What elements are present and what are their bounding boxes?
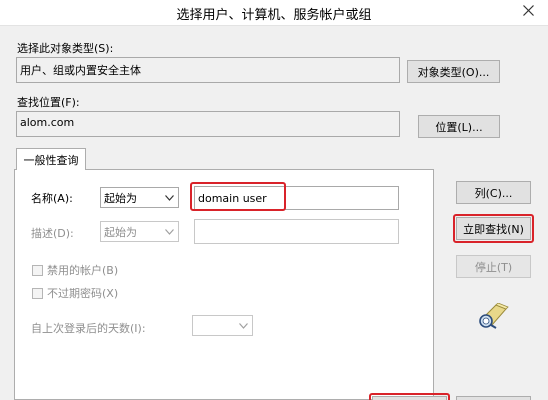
non-expiring-password-label: 不过期密码(X) xyxy=(47,287,119,300)
chevron-down-icon xyxy=(239,322,248,329)
name-label: 名称(A): xyxy=(31,192,73,205)
description-label: 描述(D): xyxy=(31,227,74,240)
window-title: 选择用户、计算机、服务帐户或组 xyxy=(176,8,372,23)
chevron-down-icon xyxy=(165,194,174,201)
description-input[interactable] xyxy=(194,219,399,244)
name-operator-select[interactable]: 起始为 xyxy=(100,187,179,208)
find-now-highlight xyxy=(453,214,534,243)
close-button[interactable] xyxy=(509,0,548,21)
ok-button-highlight xyxy=(369,393,450,400)
stop-button[interactable]: 停止(T) xyxy=(456,255,531,278)
days-since-logon-select[interactable] xyxy=(192,315,253,336)
checkbox-box xyxy=(32,287,43,299)
description-operator-select[interactable]: 起始为 xyxy=(100,221,179,242)
object-type-field: 用户、组或内置安全主体 xyxy=(16,57,400,83)
chevron-down-icon xyxy=(165,228,174,235)
disabled-accounts-label: 禁用的帐户(B) xyxy=(47,264,119,277)
close-icon xyxy=(523,5,534,16)
columns-button[interactable]: 列(C)... xyxy=(456,181,531,204)
days-since-logon-label: 自上次登录后的天数(I): xyxy=(31,322,146,335)
tab-common-queries[interactable]: 一般性查询 xyxy=(16,148,86,170)
disabled-accounts-checkbox[interactable]: 禁用的帐户(B) xyxy=(32,262,118,278)
object-type-label: 选择此对象类型(S): xyxy=(17,42,114,55)
cancel-button-partial[interactable] xyxy=(456,396,531,400)
location-label: 查找位置(F): xyxy=(17,96,80,109)
title-bar: 选择用户、计算机、服务帐户或组 xyxy=(0,0,548,26)
object-types-button[interactable]: 对象类型(O)... xyxy=(407,60,500,83)
name-operator-value: 起始为 xyxy=(104,191,137,205)
checkbox-box xyxy=(32,264,43,276)
binoculars-icon xyxy=(479,303,509,329)
non-expiring-password-checkbox[interactable]: 不过期密码(X) xyxy=(32,285,118,301)
location-field: alom.com xyxy=(16,111,400,137)
name-input-highlight xyxy=(190,182,286,211)
description-operator-value: 起始为 xyxy=(104,225,137,239)
locations-button[interactable]: 位置(L)... xyxy=(418,115,500,138)
